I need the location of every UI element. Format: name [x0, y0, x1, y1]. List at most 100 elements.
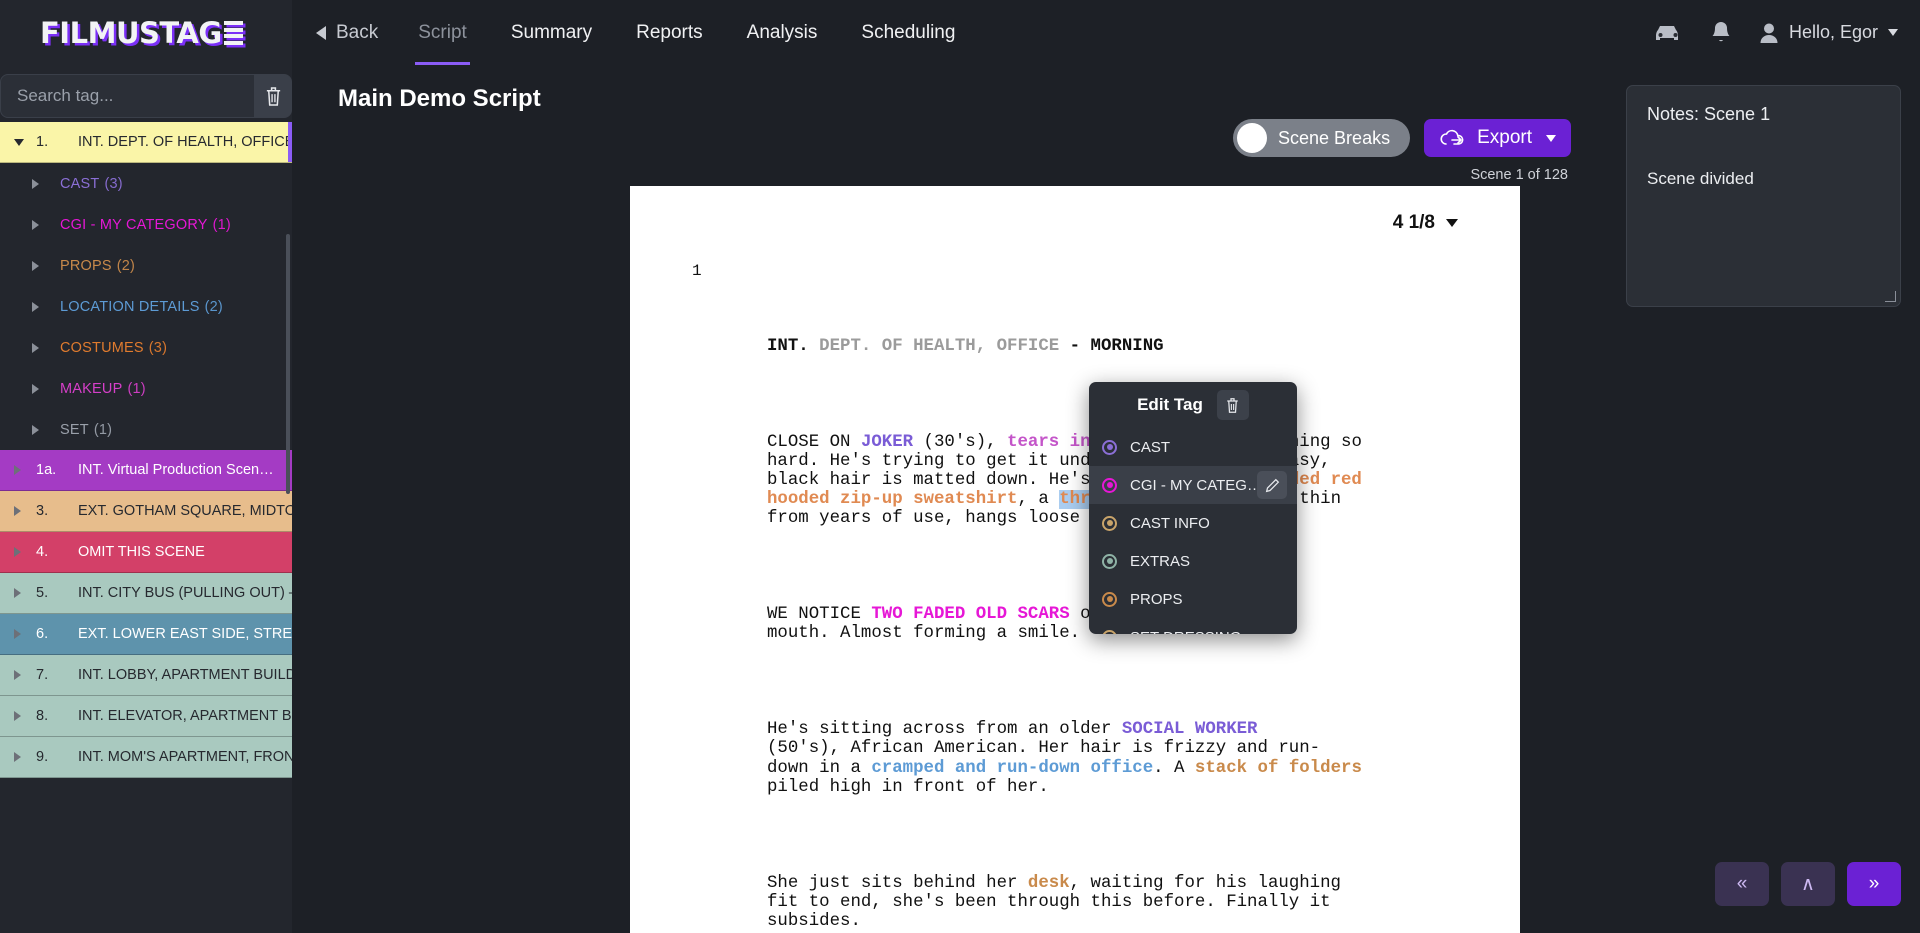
- script-paragraph[interactable]: She just sits behind her desk, waiting f…: [630, 874, 1520, 932]
- chevron-down-icon: [1888, 29, 1898, 36]
- heading-time: - MORNING: [1069, 336, 1164, 356]
- expand-caret-icon[interactable]: [32, 219, 60, 230]
- bell-icon: [1712, 21, 1730, 41]
- category-row-makeup[interactable]: MAKEUP (1): [0, 368, 292, 409]
- category-count: (2): [116, 257, 136, 274]
- next-page-button[interactable]: »: [1847, 862, 1901, 906]
- scene-counter: Scene 1 of 128: [1470, 167, 1568, 183]
- expand-caret-icon[interactable]: [14, 711, 36, 721]
- expand-caret-icon[interactable]: [14, 752, 36, 762]
- heading-int: INT.: [767, 336, 809, 356]
- tab-summary[interactable]: Summary: [489, 0, 614, 65]
- back-button[interactable]: Back: [306, 22, 396, 44]
- notes-body: Scene divided: [1647, 169, 1754, 188]
- expand-caret-icon[interactable]: [32, 260, 60, 271]
- sidebar-scene-7[interactable]: 7. INT. LOBBY, APARTMENT BUILD…: [0, 655, 292, 696]
- scene-number: 6.: [36, 626, 49, 642]
- radio-icon: [1102, 477, 1117, 493]
- tag-props-desk[interactable]: desk: [1028, 874, 1070, 893]
- category-row-cgi-my-category[interactable]: CGI - MY CATEGORY (1): [0, 204, 292, 245]
- category-row-costumes[interactable]: COSTUMES (3): [0, 327, 292, 368]
- tab-scheduling[interactable]: Scheduling: [839, 0, 977, 65]
- notes-panel[interactable]: Notes: Scene 1 Scene divided: [1626, 85, 1901, 307]
- expand-caret-icon[interactable]: [14, 629, 36, 639]
- radio-icon: [1102, 591, 1117, 607]
- menu-option-set-dressing[interactable]: SET DRESSING: [1089, 618, 1297, 634]
- category-label: LOCATION DETAILS: [60, 298, 200, 315]
- first-page-button[interactable]: «: [1715, 862, 1769, 906]
- tag-props-folders[interactable]: stack of folders: [1195, 759, 1362, 778]
- transport-button[interactable]: [1653, 22, 1683, 44]
- tab-reports[interactable]: Reports: [614, 0, 725, 65]
- category-label: SET: [60, 421, 89, 438]
- radio-icon: [1102, 553, 1117, 569]
- sidebar-scene-5[interactable]: 5. INT. CITY BUS (PULLING OUT) –…: [0, 573, 292, 614]
- delete-tag-button[interactable]: [1216, 390, 1249, 420]
- app-root: FILMUSTAG 1. INT. DEPT. OF HEALTH, OFFIC…: [0, 0, 1920, 933]
- tag-location-cramped[interactable]: cramped and run-down office: [871, 759, 1153, 778]
- sidebar-scene-6[interactable]: 6. EXT. LOWER EAST SIDE, STREET…: [0, 614, 292, 655]
- scene-breaks-toggle[interactable]: Scene Breaks: [1233, 119, 1411, 157]
- clear-tags-trash-button[interactable]: [255, 74, 292, 118]
- app-logo[interactable]: FILMUSTAG: [0, 0, 292, 65]
- sidebar-scene-3[interactable]: 3. EXT. GOTHAM SQUARE, MIDTO…: [0, 491, 292, 532]
- sidebar-scrollbar[interactable]: [286, 234, 290, 494]
- menu-option-label: CAST: [1130, 438, 1171, 456]
- collapse-caret-icon[interactable]: [14, 138, 36, 146]
- expand-caret-icon[interactable]: [14, 506, 36, 516]
- sidebar-scene-4[interactable]: 4. OMIT THIS SCENE: [0, 532, 292, 573]
- tab-script[interactable]: Script: [396, 0, 489, 65]
- page-eighths-selector[interactable]: 4 1/8: [1393, 212, 1458, 234]
- tag-cgi-scars[interactable]: TWO FADED OLD SCARS: [871, 605, 1069, 624]
- scene-number: 5.: [36, 585, 49, 601]
- category-list: CAST (3) CGI - MY CATEGORY (1) PROPS (2) LOCAT…: [0, 163, 292, 450]
- expand-caret-icon[interactable]: [32, 342, 60, 353]
- radio-icon: [1102, 629, 1117, 634]
- sidebar-scene-header[interactable]: 1. INT. DEPT. OF HEALTH, OFFICE ...: [0, 122, 292, 163]
- sidebar: FILMUSTAG 1. INT. DEPT. OF HEALTH, OFFIC…: [0, 0, 292, 933]
- expand-caret-icon[interactable]: [32, 383, 60, 394]
- sidebar-scene-8[interactable]: 8. INT. ELEVATOR, APARTMENT B…: [0, 696, 292, 737]
- search-input[interactable]: [0, 74, 255, 118]
- menu-option-props[interactable]: PROPS: [1089, 580, 1297, 618]
- scene-heading[interactable]: INT. DEPT. OF HEALTH, OFFICE - MORNING: [630, 337, 1520, 356]
- tag-cast-joker[interactable]: JOKER: [861, 433, 913, 452]
- script-paragraph[interactable]: He's sitting across from an older SOCIAL…: [630, 720, 1520, 797]
- edit-category-button[interactable]: [1257, 471, 1287, 499]
- category-row-location-details[interactable]: LOCATION DETAILS (2): [0, 286, 292, 327]
- script-paragraph[interactable]: CLOSE ON JOKER (30's), tears in his eyes…: [630, 433, 1520, 529]
- expand-caret-icon[interactable]: [14, 465, 36, 475]
- expand-caret-icon[interactable]: [32, 178, 60, 189]
- script-paragraph[interactable]: WE NOTICE TWO FADED OLD SCARS on both si…: [630, 605, 1520, 643]
- scroll-up-button[interactable]: ∧: [1781, 862, 1835, 906]
- menu-option-extras[interactable]: EXTRAS: [1089, 542, 1297, 580]
- scene-breaks-label: Scene Breaks: [1278, 127, 1391, 148]
- sidebar-scene-9[interactable]: 9. INT. MOM'S APARTMENT, FRON…: [0, 737, 292, 778]
- expand-caret-icon[interactable]: [32, 424, 60, 435]
- user-menu[interactable]: Hello, Egor: [1759, 22, 1902, 44]
- expand-caret-icon[interactable]: [14, 670, 36, 680]
- tab-strip: Script Summary Reports Analysis Scheduling: [396, 0, 977, 65]
- notifications-button[interactable]: [1709, 20, 1733, 46]
- menu-option-cgi-my-categ-[interactable]: CGI - MY CATEG…: [1089, 466, 1297, 504]
- export-button[interactable]: Export: [1424, 119, 1571, 157]
- expand-caret-icon[interactable]: [32, 301, 60, 312]
- scene-title: INT. DEPT. OF HEALTH, OFFICE ...: [78, 134, 292, 150]
- scene-title: INT. LOBBY, APARTMENT BUILD…: [78, 667, 292, 683]
- notes-title: Notes: Scene 1: [1647, 104, 1771, 124]
- scene-title: EXT. GOTHAM SQUARE, MIDTO…: [78, 503, 292, 519]
- tab-analysis[interactable]: Analysis: [725, 0, 840, 65]
- resize-handle[interactable]: [1885, 291, 1896, 302]
- menu-option-cast[interactable]: CAST: [1089, 428, 1297, 466]
- scene-title: INT. ELEVATOR, APARTMENT B…: [78, 708, 292, 724]
- category-row-props[interactable]: PROPS (2): [0, 245, 292, 286]
- menu-option-cast-info[interactable]: CAST INFO: [1089, 504, 1297, 542]
- category-row-set[interactable]: SET (1): [0, 409, 292, 450]
- expand-caret-icon[interactable]: [14, 547, 36, 557]
- category-row-cast[interactable]: CAST (3): [0, 163, 292, 204]
- sidebar-scene-1a[interactable]: 1a. INT. Virtual Production Scen…: [0, 450, 292, 491]
- expand-caret-icon[interactable]: [14, 588, 36, 598]
- scene-number: 1.: [36, 134, 49, 150]
- toggle-knob: [1237, 123, 1268, 153]
- tag-cast-social-worker[interactable]: SOCIAL WORKER: [1122, 720, 1258, 739]
